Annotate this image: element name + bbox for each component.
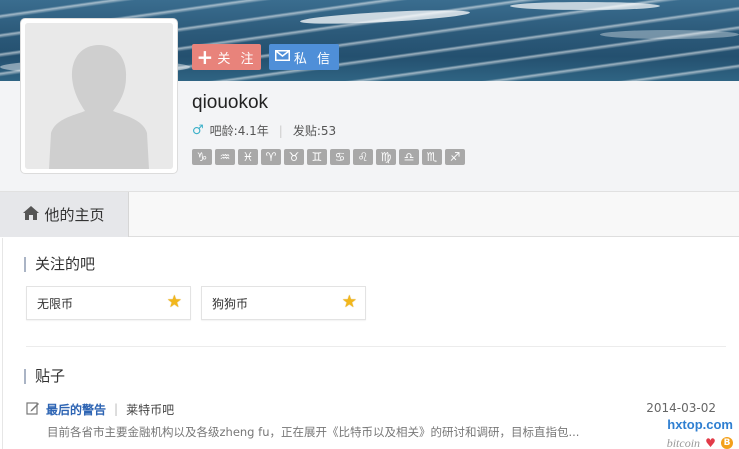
- libra-icon[interactable]: ♎: [399, 149, 419, 165]
- section-divider: [26, 346, 726, 347]
- message-label: 私 信: [293, 51, 334, 67]
- bar-name: 狗狗币: [212, 296, 249, 311]
- meta-divider: |: [278, 123, 283, 138]
- star-badge-icon: ★: [166, 292, 182, 312]
- bar-age: 吧龄:4.1年: [209, 124, 269, 138]
- watermark-site: hxtop.com: [667, 417, 733, 432]
- gender-male-icon: ♂: [192, 123, 204, 138]
- post-title-link[interactable]: 最后的警告: [46, 401, 106, 418]
- profile-meta: ♂ 吧龄:4.1年 | 发贴:53: [192, 122, 336, 139]
- watermark-text: bitcoin: [666, 436, 701, 449]
- tab-bar: 他的主页: [0, 191, 739, 237]
- post-date: 2014-03-02: [646, 401, 716, 415]
- pisces-icon[interactable]: ♓: [238, 149, 258, 165]
- post-count: 发贴:53: [292, 124, 337, 138]
- bar-card[interactable]: 狗狗币 ★: [201, 286, 366, 320]
- zodiac-icons: ♑ ♒ ♓ ♈ ♉ ♊ ♋ ♌ ♍ ♎ ♏ ♐: [192, 149, 465, 165]
- post-forum-link[interactable]: 莱特币吧: [126, 401, 174, 418]
- bar-name: 无限币: [37, 296, 74, 311]
- avatar[interactable]: [20, 18, 178, 174]
- watermark: hxtop.com bitcoin ♥ B: [643, 417, 733, 449]
- heart-icon: ♥: [705, 436, 716, 449]
- home-icon: [23, 205, 40, 224]
- follow-button[interactable]: + 关 注: [192, 44, 261, 70]
- gemini-icon[interactable]: ♊: [307, 149, 327, 165]
- bar-card[interactable]: 无限币 ★: [26, 286, 191, 320]
- post-snippet: 目前各省市主要金融机构以及各级zheng fu，正在展开《比特币以及相关》的研讨…: [47, 425, 580, 439]
- followed-bars-title: 关注的吧: [24, 257, 95, 272]
- capricorn-icon[interactable]: ♑: [192, 149, 212, 165]
- scorpio-icon[interactable]: ♏: [422, 149, 442, 165]
- virgo-icon[interactable]: ♍: [376, 149, 396, 165]
- sagittarius-icon[interactable]: ♐: [445, 149, 465, 165]
- aquarius-icon[interactable]: ♒: [215, 149, 235, 165]
- username: qiouokok: [192, 92, 269, 113]
- bitcoin-icon: B: [721, 436, 733, 449]
- cancer-icon[interactable]: ♋: [330, 149, 350, 165]
- plus-icon: +: [196, 45, 214, 69]
- posts-title: 贴子: [24, 369, 65, 384]
- default-avatar-icon: [25, 23, 173, 169]
- taurus-icon[interactable]: ♉: [284, 149, 304, 165]
- message-button[interactable]: 私 信: [269, 44, 339, 70]
- tab-home[interactable]: 他的主页: [0, 192, 129, 237]
- post-row: 最后的警告 | 莱特币吧 2014-03-02: [26, 400, 726, 418]
- leo-icon[interactable]: ♌: [353, 149, 373, 165]
- star-badge-icon: ★: [341, 292, 357, 312]
- tab-home-label: 他的主页: [44, 206, 105, 224]
- aries-icon[interactable]: ♈: [261, 149, 281, 165]
- follow-label: 关 注: [217, 51, 257, 67]
- envelope-icon: [274, 49, 290, 65]
- post-divider: |: [114, 402, 119, 416]
- edit-icon: [26, 401, 40, 418]
